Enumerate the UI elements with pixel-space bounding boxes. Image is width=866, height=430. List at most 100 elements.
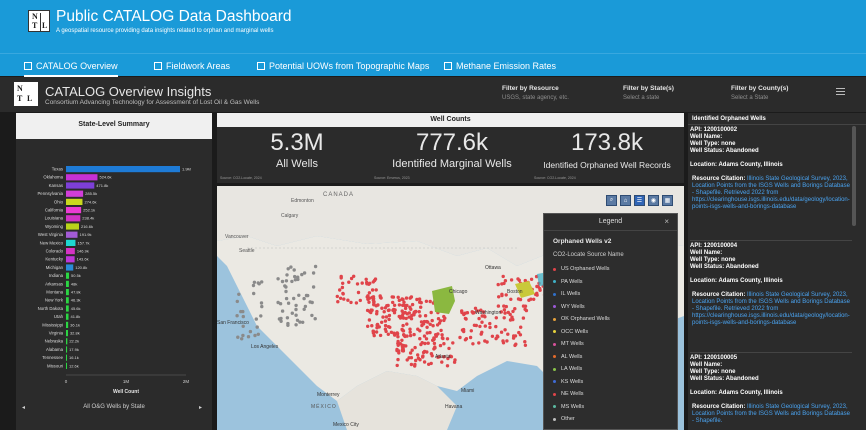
well-point[interactable] [279, 316, 283, 321]
well-point[interactable] [438, 343, 443, 348]
filter-resource[interactable]: Filter by Resource USGS, state agency, et… [502, 85, 569, 101]
well-point[interactable] [413, 345, 417, 350]
well-point[interactable] [402, 300, 406, 304]
home-icon[interactable]: ⌂ [620, 195, 631, 206]
well-point[interactable] [367, 300, 371, 304]
well-point[interactable] [405, 322, 409, 326]
well-point[interactable] [375, 309, 379, 314]
well-point[interactable] [409, 362, 414, 367]
well-point[interactable] [284, 279, 289, 283]
well-point[interactable] [389, 330, 394, 334]
well-point[interactable] [366, 297, 370, 301]
well-point[interactable] [485, 340, 489, 344]
well-point[interactable] [469, 329, 473, 333]
well-point[interactable] [397, 351, 401, 355]
well-point[interactable] [252, 291, 256, 296]
well-point[interactable] [341, 281, 345, 285]
well-point[interactable] [463, 316, 468, 321]
well-point[interactable] [370, 295, 374, 300]
well-point[interactable] [426, 341, 430, 345]
well-point[interactable] [403, 334, 407, 339]
well-point[interactable] [246, 335, 251, 339]
well-point[interactable] [289, 265, 293, 269]
well-point[interactable] [310, 313, 314, 318]
filter-state[interactable]: Filter by State(s) Select a state [623, 85, 674, 101]
chart-scroll-right-icon[interactable]: ▸ [199, 404, 202, 411]
well-point[interactable] [256, 281, 260, 285]
well-point[interactable] [508, 318, 513, 322]
well-point[interactable] [496, 282, 500, 287]
well-point[interactable] [383, 323, 388, 328]
well-point[interactable] [358, 298, 362, 303]
well-point[interactable] [255, 325, 259, 329]
well-point[interactable] [517, 278, 521, 282]
well-point[interactable] [286, 301, 291, 305]
well-point[interactable] [349, 300, 353, 305]
well-point[interactable] [401, 323, 405, 328]
well-point[interactable] [419, 301, 423, 305]
well-point[interactable] [468, 335, 473, 340]
well-point[interactable] [502, 308, 507, 312]
well-point[interactable] [453, 358, 457, 362]
well-point[interactable] [502, 304, 506, 308]
well-point[interactable] [240, 337, 244, 341]
well-point[interactable] [286, 323, 290, 327]
well-point[interactable] [442, 314, 446, 319]
well-point[interactable] [497, 295, 501, 299]
well-point[interactable] [236, 335, 240, 339]
well-point[interactable] [276, 277, 280, 281]
well-point[interactable] [442, 342, 446, 346]
well-point[interactable] [499, 330, 504, 334]
well-point[interactable] [451, 341, 455, 345]
well-point[interactable] [294, 303, 298, 308]
well-point[interactable] [518, 333, 523, 337]
well-point[interactable] [408, 330, 412, 334]
search-icon[interactable]: ⌕ [606, 195, 617, 206]
well-point[interactable] [292, 268, 296, 272]
well-point[interactable] [380, 306, 384, 310]
well-point[interactable] [338, 288, 342, 292]
well-point[interactable] [254, 317, 258, 321]
well-point[interactable] [400, 297, 404, 302]
well-point[interactable] [431, 324, 435, 328]
filter-county[interactable]: Filter by County(s) Select a State [731, 85, 788, 101]
well-point[interactable] [338, 296, 343, 300]
tab-potential-uows[interactable]: Potential UOWs from Topographic Maps [257, 61, 429, 77]
well-point[interactable] [276, 300, 280, 305]
well-point[interactable] [383, 327, 388, 331]
well-point[interactable] [439, 328, 443, 333]
well-point[interactable] [523, 340, 527, 344]
well-point[interactable] [509, 297, 513, 301]
well-point[interactable] [424, 337, 429, 341]
well-point[interactable] [511, 336, 516, 340]
well-point[interactable] [371, 280, 375, 284]
well-point[interactable] [372, 333, 376, 338]
well-point[interactable] [438, 319, 443, 323]
well-point[interactable] [298, 320, 302, 324]
well-point[interactable] [387, 313, 392, 318]
well-point[interactable] [400, 338, 404, 342]
well-point[interactable] [311, 271, 316, 275]
well-point[interactable] [370, 324, 374, 328]
well-point[interactable] [519, 325, 523, 329]
well-point[interactable] [366, 294, 370, 298]
well-point[interactable] [434, 334, 438, 338]
well-point[interactable] [478, 324, 482, 329]
well-point[interactable] [391, 295, 396, 299]
well-point[interactable] [480, 330, 484, 334]
well-point[interactable] [387, 308, 391, 312]
well-point[interactable] [503, 328, 507, 332]
well-point[interactable] [403, 306, 408, 311]
well-point[interactable] [414, 309, 418, 314]
well-point[interactable] [367, 318, 372, 322]
well-point[interactable] [396, 335, 400, 339]
well-point[interactable] [251, 283, 256, 288]
well-point[interactable] [435, 323, 440, 327]
well-point[interactable] [471, 342, 475, 346]
well-point[interactable] [405, 358, 409, 362]
well-point[interactable] [352, 274, 356, 278]
well-point[interactable] [417, 310, 421, 314]
well-point[interactable] [425, 331, 429, 335]
well-point[interactable] [480, 320, 484, 324]
well-point[interactable] [523, 307, 527, 311]
